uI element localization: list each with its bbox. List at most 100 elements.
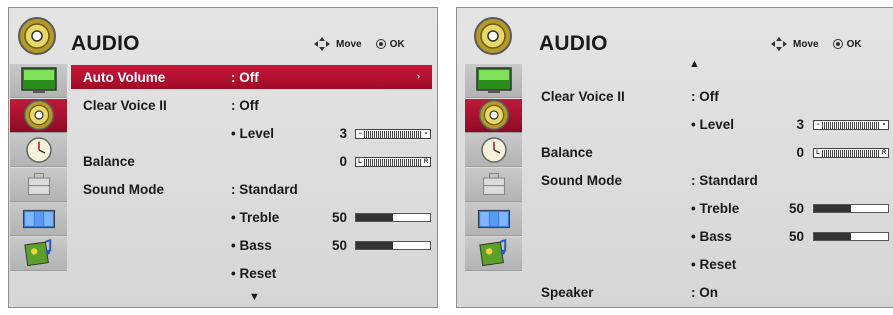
menu-row-reset[interactable]: • Reset bbox=[71, 261, 432, 285]
sidebar-item-picture[interactable] bbox=[465, 64, 522, 98]
menu-row-treble[interactable]: • Treble 50 bbox=[71, 205, 432, 229]
hint-move-label: Move bbox=[793, 38, 819, 50]
category-sidebar bbox=[10, 64, 67, 271]
media-icon bbox=[478, 237, 510, 269]
nav-hint: Move OK bbox=[312, 36, 405, 52]
submenu-arrow-icon: › bbox=[417, 71, 420, 81]
treble-label: • Treble bbox=[231, 210, 280, 225]
treble-bar-fill bbox=[814, 205, 851, 212]
clear-voice-label: Clear Voice II bbox=[83, 98, 167, 113]
ok-button-icon bbox=[375, 39, 386, 49]
level-min-mark: − bbox=[358, 131, 362, 137]
level-min-mark: − bbox=[816, 122, 820, 128]
speaker-icon bbox=[471, 16, 515, 56]
sidebar-item-time[interactable] bbox=[465, 133, 522, 167]
balance-left-mark: L bbox=[358, 159, 362, 165]
bass-label: • Bass bbox=[231, 238, 272, 253]
bass-bar-fill bbox=[356, 242, 393, 249]
sidebar-item-picture[interactable] bbox=[10, 64, 67, 98]
menu-row-reset[interactable]: • Reset bbox=[527, 252, 893, 276]
level-slider[interactable]: − • bbox=[355, 129, 431, 139]
balance-slider[interactable]: L R bbox=[355, 157, 431, 167]
sidebar-item-screen[interactable] bbox=[10, 202, 67, 236]
screen-icon bbox=[21, 206, 57, 232]
sidebar-item-audio[interactable] bbox=[465, 98, 522, 133]
menu-row-clear-voice[interactable]: Clear Voice II : Off bbox=[71, 93, 432, 117]
treble-bar-fill bbox=[356, 214, 393, 221]
menu-row-auto-volume[interactable]: Auto Volume : Off › bbox=[71, 65, 432, 89]
clear-voice-value: : Off bbox=[691, 89, 719, 104]
scroll-up-arrow-icon[interactable]: ▲ bbox=[689, 58, 700, 70]
menu-row-treble[interactable]: • Treble 50 bbox=[527, 196, 893, 220]
sidebar-item-media[interactable] bbox=[10, 236, 67, 271]
hint-move-label: Move bbox=[336, 38, 362, 50]
scroll-down-arrow-icon[interactable]: ▼ bbox=[249, 291, 260, 303]
treble-value: 50 bbox=[331, 210, 347, 225]
balance-right-mark: R bbox=[881, 150, 887, 156]
ok-button-icon bbox=[832, 39, 843, 49]
audio-menu-panel-left: AUDIO Move OK Auto Volume : Off › Clear … bbox=[8, 7, 438, 308]
reset-label: • Reset bbox=[691, 257, 737, 272]
reset-label: • Reset bbox=[231, 266, 277, 281]
menu-row-speaker[interactable]: Speaker : On bbox=[527, 280, 893, 304]
level-value: 3 bbox=[796, 117, 804, 132]
sidebar-item-option[interactable] bbox=[10, 167, 67, 202]
treble-label: • Treble bbox=[691, 201, 740, 216]
bass-bar-fill bbox=[814, 233, 851, 240]
menu-row-sound-mode[interactable]: Sound Mode : Standard bbox=[527, 168, 893, 192]
sidebar-item-screen[interactable] bbox=[465, 202, 522, 236]
move-arrows-icon bbox=[771, 37, 787, 51]
speaker-icon bbox=[478, 99, 510, 131]
bass-label: • Bass bbox=[691, 229, 732, 244]
clear-voice-value: : Off bbox=[231, 98, 259, 113]
clear-voice-label: Clear Voice II bbox=[541, 89, 625, 104]
menu-row-level[interactable]: • Level 3 − • bbox=[527, 112, 893, 136]
bass-bar[interactable] bbox=[355, 241, 431, 250]
bass-value: 50 bbox=[788, 229, 804, 244]
balance-value: 0 bbox=[796, 145, 804, 160]
menu-row-balance[interactable]: Balance 0 L R bbox=[71, 149, 432, 173]
nav-hint: Move OK bbox=[769, 36, 862, 52]
level-label: • Level bbox=[231, 126, 274, 141]
screen-icon bbox=[476, 206, 512, 232]
speaker-value: : On bbox=[691, 285, 718, 300]
menu-row-clear-voice[interactable]: Clear Voice II : Off bbox=[527, 84, 893, 108]
sound-mode-label: Sound Mode bbox=[83, 182, 164, 197]
balance-slider[interactable]: L R bbox=[813, 148, 889, 158]
sidebar-item-audio[interactable] bbox=[10, 98, 67, 133]
sidebar-item-time[interactable] bbox=[10, 133, 67, 167]
category-sidebar bbox=[465, 64, 522, 271]
menu-row-bass[interactable]: • Bass 50 bbox=[71, 233, 432, 257]
level-slider-ticks bbox=[364, 130, 422, 138]
level-value: 3 bbox=[339, 126, 347, 141]
move-arrows-icon bbox=[314, 37, 330, 51]
sound-mode-value: : Standard bbox=[691, 173, 758, 188]
clock-icon bbox=[479, 135, 509, 165]
treble-bar[interactable] bbox=[355, 213, 431, 222]
menu-row-level[interactable]: • Level 3 − • bbox=[71, 121, 432, 145]
sidebar-item-option[interactable] bbox=[465, 167, 522, 202]
treble-bar[interactable] bbox=[813, 204, 889, 213]
menu-row-bass[interactable]: • Bass 50 bbox=[527, 224, 893, 248]
toolbox-icon bbox=[479, 169, 509, 199]
level-max-mark: • bbox=[424, 131, 428, 137]
sound-mode-label: Sound Mode bbox=[541, 173, 622, 188]
picture-icon bbox=[474, 66, 514, 96]
level-max-mark: • bbox=[882, 122, 886, 128]
menu-row-balance[interactable]: Balance 0 L R bbox=[527, 140, 893, 164]
bass-bar[interactable] bbox=[813, 232, 889, 241]
toolbox-icon bbox=[24, 169, 54, 199]
menu-title: AUDIO bbox=[539, 32, 608, 55]
balance-label: Balance bbox=[83, 154, 135, 169]
bass-value: 50 bbox=[331, 238, 347, 253]
menu-row-sound-mode[interactable]: Sound Mode : Standard bbox=[71, 177, 432, 201]
level-slider[interactable]: − • bbox=[813, 120, 889, 130]
picture-icon bbox=[19, 66, 59, 96]
sound-mode-value: : Standard bbox=[231, 182, 298, 197]
menu-title: AUDIO bbox=[71, 32, 140, 55]
hint-ok-label: OK bbox=[846, 38, 862, 50]
sidebar-item-media[interactable] bbox=[465, 236, 522, 271]
balance-label: Balance bbox=[541, 145, 593, 160]
level-label: • Level bbox=[691, 117, 734, 132]
balance-slider-ticks bbox=[364, 158, 422, 166]
